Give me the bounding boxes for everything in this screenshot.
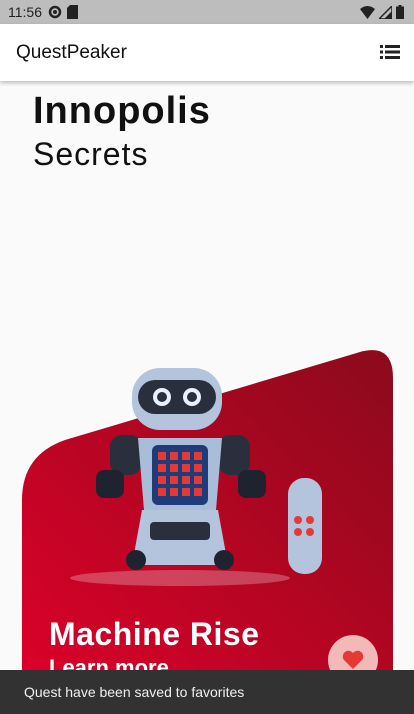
menu-button[interactable] bbox=[380, 44, 400, 60]
quest-card[interactable]: Machine Rise Learn more bbox=[0, 330, 414, 714]
signal-icon bbox=[377, 3, 393, 24]
snackbar: Quest have been saved to favorites bbox=[0, 670, 414, 714]
page-subtitle: Secrets bbox=[33, 136, 149, 172]
app-bar: QuestPeaker bbox=[0, 24, 414, 81]
status-bar: 11:56 bbox=[0, 0, 414, 24]
sd-card-icon bbox=[67, 5, 78, 24]
snackbar-message: Quest have been saved to favorites bbox=[24, 684, 245, 700]
status-time: 11:56 bbox=[8, 4, 42, 20]
list-menu-icon bbox=[380, 45, 400, 59]
settings-icon bbox=[48, 5, 62, 24]
card-title: Machine Rise bbox=[49, 616, 260, 652]
page-title: Innopolis bbox=[33, 90, 211, 132]
wifi-icon bbox=[360, 5, 375, 24]
app-title: QuestPeaker bbox=[16, 42, 127, 63]
battery-icon bbox=[396, 5, 404, 24]
robot-image bbox=[70, 368, 322, 586]
heart-icon bbox=[342, 650, 364, 669]
